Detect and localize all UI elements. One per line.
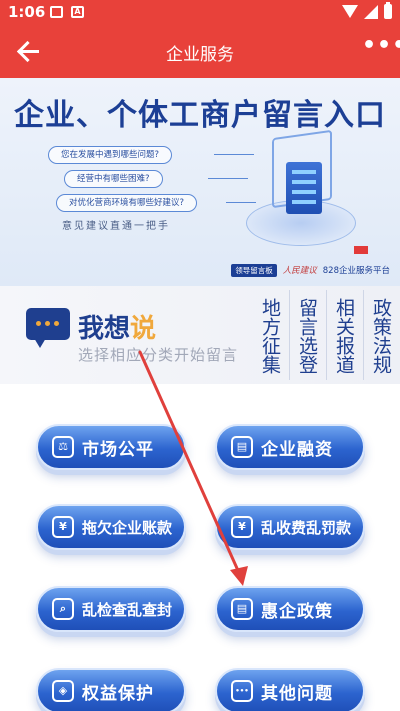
category-label: 乱检查乱查封 — [82, 600, 173, 619]
signature-logo: 人民建议 — [282, 266, 317, 276]
category-button-financing[interactable]: ▤ 企业融资 — [215, 424, 365, 470]
platform-illustration-icon — [236, 129, 368, 254]
a-badge-icon: A — [71, 6, 84, 18]
category-button-fees-fines[interactable]: ¥ 乱收费乱罚款 — [215, 504, 365, 550]
question-bubble: 您在发展中遇到哪些问题? — [48, 146, 173, 164]
say-subtitle: 选择相应分类开始留言 — [78, 346, 239, 364]
category-label: 其他问题 — [261, 683, 333, 704]
policy-icon: ▤ — [231, 598, 253, 620]
document-icon: ▤ — [231, 436, 253, 458]
chat-dots — [36, 321, 41, 326]
page-title: 企业服务 — [166, 45, 234, 65]
banner-footer: 领导留言板 人民建议 828企业服务平台 — [231, 262, 390, 278]
status-left-icons: A — [50, 6, 84, 18]
category-button-other[interactable]: ••• 其他问题 — [215, 668, 365, 711]
category-label: 乱收费乱罚款 — [261, 518, 352, 537]
say-title-highlight: 说 — [130, 314, 157, 344]
category-button-policy-benefits[interactable]: ▤ 惠企政策 — [215, 586, 365, 632]
tab-policies[interactable]: 政策法规 — [363, 290, 399, 380]
image-icon — [50, 6, 63, 18]
category-label: 拖欠企业账款 — [82, 518, 173, 537]
banner[interactable]: 企业、个体工商户留言入口 您在发展中遇到哪些问题? 经营中有哪些困难? 对优化营… — [0, 78, 400, 286]
screen: 1:06 A 企业服务 ••• 企业、个体工商户留言入口 您在发展中遇到哪些问题… — [0, 0, 400, 711]
category-button-inspections[interactable]: ⌕ 乱检查乱查封 — [36, 586, 186, 632]
tab-local-collection[interactable]: 地方征集 — [252, 290, 288, 380]
red-block — [354, 246, 368, 254]
message-board-logo: 领导留言板 — [231, 263, 277, 277]
banner-title: 企业、个体工商户留言入口 — [14, 98, 386, 133]
status-bar: 1:06 A — [0, 0, 400, 24]
yen-icon: ¥ — [231, 516, 253, 538]
status-time: 1:06 — [8, 3, 46, 21]
say-title: 我想说 — [78, 308, 156, 345]
title-bar: 企业服务 ••• — [0, 24, 400, 78]
tab-related-reports[interactable]: 相关报道 — [326, 290, 362, 380]
invoice-icon: ¥ — [52, 516, 74, 538]
category-button-arrears[interactable]: ¥ 拖欠企业账款 — [36, 504, 186, 550]
category-label: 市场公平 — [82, 439, 154, 460]
question-bubble: 经营中有哪些困难? — [64, 170, 163, 188]
more-dots-icon[interactable]: ••• — [362, 35, 400, 60]
category-label: 惠企政策 — [261, 601, 333, 622]
server-tower-icon — [286, 162, 322, 214]
search-icon: ⌕ — [52, 598, 74, 620]
chat-bubble-icon — [26, 308, 70, 348]
category-button-market-fairness[interactable]: ⚖ 市场公平 — [36, 424, 186, 470]
question-bubble: 对优化营商环境有哪些好建议? — [56, 194, 198, 212]
scale-icon: ⚖ — [52, 436, 74, 458]
dots-icon: ••• — [231, 680, 253, 702]
category-label: 企业融资 — [261, 439, 333, 460]
say-section: 我想说 选择相应分类开始留言 地方征集 留言选登 相关报道 政策法规 — [0, 286, 400, 384]
category-label: 权益保护 — [82, 683, 154, 704]
battery-icon — [384, 2, 392, 19]
tab-selected-messages[interactable]: 留言选登 — [289, 290, 325, 380]
platform-name: 828企业服务平台 — [322, 266, 390, 276]
shield-icon: ◈ — [52, 680, 74, 702]
signal-icon — [364, 4, 378, 19]
banner-subtitle: 意见建议直通一把手 — [62, 221, 170, 232]
say-title-main: 我想 — [78, 314, 131, 344]
wifi-icon — [342, 5, 358, 18]
status-right-icons — [342, 2, 392, 19]
category-button-rights-protection[interactable]: ◈ 权益保护 — [36, 668, 186, 711]
